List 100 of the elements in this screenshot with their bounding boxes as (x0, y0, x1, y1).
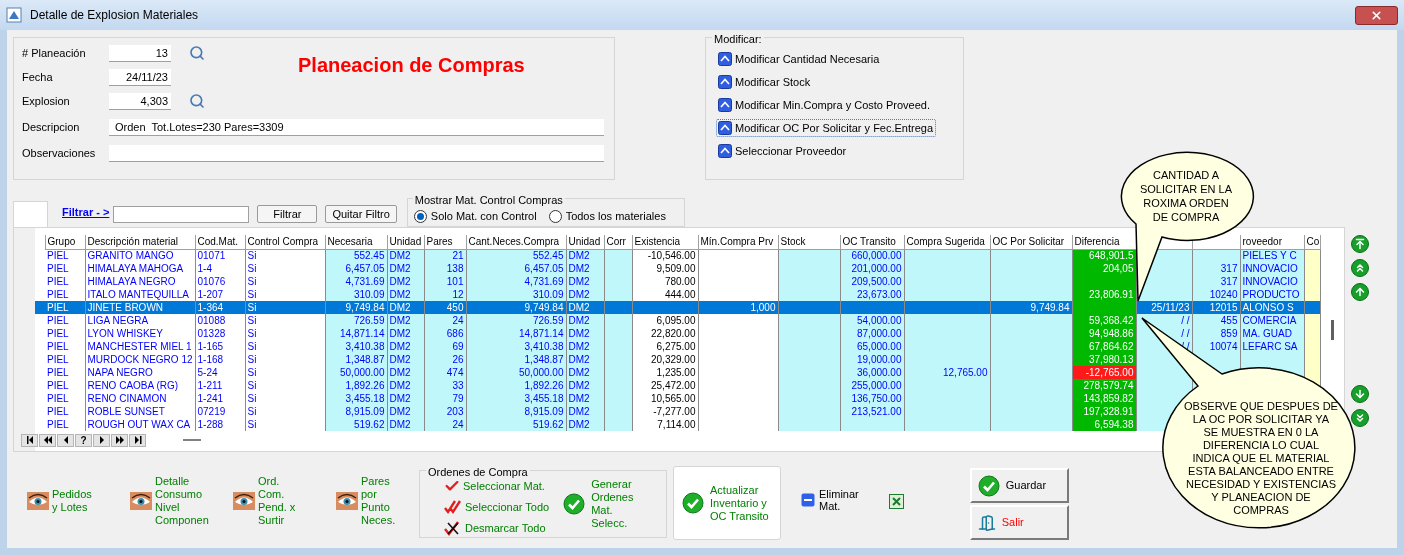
column-header[interactable]: Unidad (387, 235, 424, 249)
table-cell: DM2 (387, 405, 424, 418)
table-cell (1240, 353, 1304, 366)
filter-button[interactable]: Quitar Filtro (325, 205, 397, 223)
column-header[interactable]: OC Transito (840, 235, 904, 249)
table-cell: 209,500.00 (840, 275, 904, 288)
row-marker[interactable] (35, 301, 45, 314)
navigator-button[interactable] (39, 433, 56, 447)
input-field[interactable]: 13 (109, 44, 171, 62)
table-cell: Si (245, 340, 325, 353)
table-cell: 310.09 (466, 288, 566, 301)
input-field[interactable]: 24/11/23 (109, 68, 171, 86)
search-icon[interactable] (189, 45, 205, 61)
column-header[interactable]: Diferencia (1072, 235, 1136, 249)
modify-button[interactable]: Modificar Min.Compra y Costo Proveed. (718, 96, 932, 114)
filter-field[interactable] (113, 206, 250, 223)
table-cell (778, 314, 840, 327)
modify-button[interactable]: Modificar Cantidad Necesaria (718, 50, 882, 68)
navigator-button[interactable] (93, 433, 110, 447)
table-cell: Si (245, 327, 325, 340)
column-header[interactable]: roveedor (1240, 235, 1304, 249)
column-header[interactable]: Existencia (632, 235, 698, 249)
column-header[interactable]: Grupo (45, 235, 85, 249)
navigator-button[interactable] (57, 433, 74, 447)
link[interactable]: Detalle Consumo Nivel Componen (155, 475, 223, 527)
generate-button[interactable]: Generar Ordenes Mat. Selecc. (563, 478, 634, 530)
table-cell: 519.62 (325, 418, 387, 431)
save-button[interactable]: Guardar (969, 468, 1069, 503)
table-cell: Si (245, 379, 325, 392)
column-header[interactable]: Compra Sugerida (904, 235, 990, 249)
update-button[interactable]: Actualizar Inventario y OC Transito (673, 466, 781, 540)
radio-button[interactable] (548, 210, 562, 223)
link[interactable]: Pares por Punto Neces. (361, 475, 429, 527)
scrollbar-thumb[interactable] (183, 439, 201, 441)
table-cell: 1,892.26 (325, 379, 387, 392)
page-down-icon (1354, 412, 1366, 424)
field-label: Fecha (22, 69, 54, 85)
table-cell: MURDOCK NEGRO 12 (85, 353, 195, 366)
navigator-button[interactable]: ? (75, 433, 92, 447)
radio-button[interactable] (413, 210, 427, 223)
column-header[interactable]: Unidad (566, 235, 604, 249)
column-header[interactable]: Cant.Neces.Compra (466, 235, 566, 249)
exit-button[interactable]: Salir (969, 505, 1069, 540)
table-cell: ALONSO S (1240, 301, 1304, 314)
input-field[interactable]: Orden Tot.Lotes=230 Pares=3309 (109, 118, 604, 136)
column-header[interactable]: OC Por Solicitar (990, 235, 1072, 249)
modify-button[interactable]: Seleccionar Proveedor (718, 142, 849, 160)
table-cell: DM2 (387, 379, 424, 392)
radio-option[interactable]: Solo Mat. con Control (413, 208, 537, 225)
field-label: Explosion (22, 93, 71, 109)
column-header[interactable]: Descripción material (85, 235, 195, 249)
column-header[interactable]: Cod.Mat. (195, 235, 245, 249)
scroll-button[interactable] (1351, 409, 1369, 427)
table-cell: Si (245, 301, 325, 314)
column-header[interactable]: Necesaria (325, 235, 387, 249)
scroll-button[interactable] (1351, 259, 1369, 277)
field-label: Observaciones (22, 145, 97, 161)
table-cell: PIEL (45, 275, 85, 288)
select-button[interactable]: Seleccionar Todo (444, 497, 550, 517)
column-header[interactable]: Corr (604, 235, 632, 249)
radio-option[interactable]: Todos los materiales (548, 208, 666, 225)
delete-button[interactable]: Eliminar Mat. (801, 488, 859, 512)
spreadsheet-icon[interactable] (888, 494, 904, 509)
table-cell: 450 (424, 301, 466, 314)
table-cell: DM2 (387, 301, 424, 314)
table-cell: 07219 (195, 405, 245, 418)
column-header[interactable]: Mín.Compra Prv (698, 235, 778, 249)
select-button[interactable]: Desmarcar Todo (444, 518, 550, 538)
navigator-button[interactable] (129, 433, 146, 447)
filter-button[interactable]: Filtrar (257, 205, 318, 223)
filter-link[interactable]: Filtrar - > (62, 203, 110, 220)
table-cell: DM2 (566, 314, 604, 327)
modify-button[interactable]: Modificar Stock (718, 73, 813, 91)
column-header[interactable]: Pares (424, 235, 466, 249)
link[interactable]: Ord. Com. Pend. x Surtir (258, 475, 326, 527)
table-cell: PIEL (45, 392, 85, 405)
table-cell: 1-241 (195, 392, 245, 405)
table-cell: PIEL (45, 301, 85, 314)
table-cell: 9,749.84 (325, 301, 387, 314)
link[interactable]: Pedidos y Lotes (52, 488, 120, 514)
table-cell: 197,328.91 (1072, 405, 1136, 418)
table-cell: 14,871.14 (325, 327, 387, 340)
input-field[interactable]: 4,303 (109, 92, 171, 110)
table-cell: 455 (1192, 314, 1240, 327)
scroll-button[interactable] (1351, 235, 1369, 253)
table-cell: 01328 (195, 327, 245, 340)
table-cell: 1-211 (195, 379, 245, 392)
table-cell: PIEL (45, 314, 85, 327)
scrollbar-thumb[interactable] (1331, 320, 1334, 340)
navigator-button[interactable] (111, 433, 128, 447)
table-cell: 474 (424, 366, 466, 379)
input-field[interactable] (109, 144, 604, 162)
scroll-button[interactable] (1351, 283, 1369, 301)
close-button[interactable] (1355, 5, 1398, 25)
column-header[interactable]: Control Compra (245, 235, 325, 249)
search-icon[interactable] (189, 93, 205, 109)
door-icon (977, 513, 996, 532)
column-header[interactable]: Stock (778, 235, 840, 249)
scroll-button[interactable] (1351, 385, 1369, 403)
table-cell: HIMALAYA NEGRO (85, 275, 195, 288)
